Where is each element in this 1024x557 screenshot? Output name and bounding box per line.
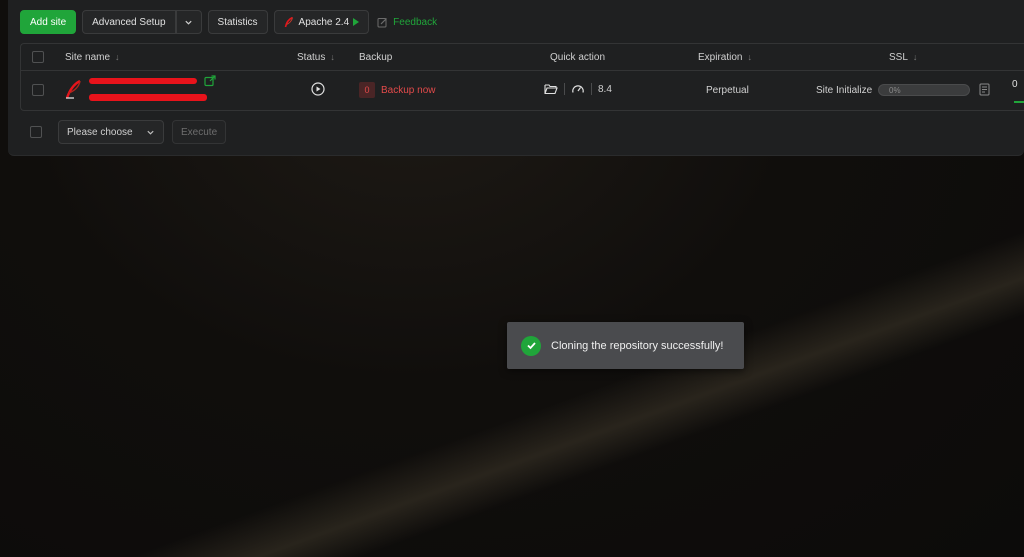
toast-message: Cloning the repository successfully! [551, 339, 724, 352]
header-ssl-label: SSL [889, 51, 908, 63]
quick-action-cell: 8.4 [544, 82, 612, 96]
sort-arrow-icon: ↓ [330, 52, 335, 62]
php-version[interactable]: 8.4 [598, 84, 612, 95]
header-status-label: Status [297, 51, 326, 63]
check-circle-icon [521, 335, 541, 356]
advanced-setup-button[interactable]: Advanced Setup [82, 10, 176, 34]
divider [591, 83, 592, 95]
table-header: Site name ↓ Status ↓ Backup Quick action… [21, 44, 1024, 71]
feedback-label: Feedback [393, 16, 438, 28]
table-row: 0 Backup now 8.4 Perpetual Site Initiali… [21, 71, 1024, 111]
folder-open-icon[interactable] [544, 83, 558, 95]
site-remark-redacted[interactable] [89, 94, 207, 101]
redaction-mark [89, 94, 207, 101]
sort-arrow-icon: ↓ [747, 52, 752, 62]
site-name-redacted[interactable] [89, 78, 197, 84]
external-link-icon [204, 75, 216, 87]
divider [564, 83, 565, 95]
header-expiration[interactable]: Expiration ↓ [698, 51, 752, 63]
site-favicon [65, 80, 83, 100]
feedback-link[interactable]: Feedback [377, 17, 437, 28]
gauge-icon[interactable] [571, 83, 585, 95]
bulk-action-select[interactable]: Please choose [58, 120, 164, 144]
select-all-checkbox[interactable] [32, 51, 44, 63]
bulk-action-bar: Please choose Execute [30, 120, 227, 144]
edit-icon [377, 17, 388, 27]
redaction-mark [89, 78, 197, 84]
progress-label: 0% [889, 85, 901, 95]
backup-count-badge: 0 [359, 82, 375, 98]
header-status[interactable]: Status ↓ [297, 51, 335, 63]
toast-notification: Cloning the repository successfully! [507, 322, 744, 369]
feather-icon [65, 80, 81, 99]
log-button[interactable] [979, 83, 991, 96]
header-site-name[interactable]: Site name ↓ [65, 51, 120, 63]
play-icon [353, 18, 360, 26]
ssl-status[interactable]: Site Initialize [816, 82, 872, 98]
sort-arrow-icon: ↓ [115, 52, 120, 62]
backup-now-link[interactable]: Backup now [381, 85, 435, 96]
sort-arrow-icon: ↓ [912, 52, 918, 62]
feather-icon [284, 16, 293, 27]
execute-button[interactable]: Execute [172, 120, 227, 144]
chevron-down-icon [185, 20, 192, 25]
chevron-down-icon [147, 130, 154, 135]
apache-button[interactable]: Apache 2.4 [273, 10, 370, 34]
site-progress-bar: 0% [878, 84, 970, 96]
play-circle-icon [311, 82, 325, 96]
list-doc-icon [979, 83, 990, 96]
extra-progress-indicator [1014, 101, 1024, 103]
bulk-action-select-label: Please choose [67, 126, 133, 138]
site-list-panel: Add site Advanced Setup Statistics Apach… [8, 0, 1024, 156]
header-site-name-label: Site name [65, 51, 111, 63]
header-backup: Backup [359, 51, 393, 63]
apache-label: Apache 2.4 [298, 16, 350, 28]
open-site-link[interactable] [204, 75, 216, 87]
add-site-button[interactable]: Add site [20, 10, 77, 34]
backup-cell: 0 Backup now [359, 82, 435, 98]
extra-count: 0 [1012, 78, 1018, 90]
header-quick-action: Quick action [550, 51, 606, 63]
advanced-setup-group: Advanced Setup [82, 10, 202, 34]
header-ssl[interactable]: SSL ↓ [889, 51, 917, 63]
row-checkbox[interactable] [32, 84, 44, 96]
site-table: Site name ↓ Status ↓ Backup Quick action… [20, 43, 1024, 111]
site-status-button[interactable] [311, 82, 325, 96]
header-expiration-label: Expiration [698, 51, 743, 63]
progress-track: 0% [878, 84, 970, 96]
bulk-select-checkbox[interactable] [30, 126, 42, 138]
expiration-value[interactable]: Perpetual [706, 82, 749, 98]
toolbar: Add site Advanced Setup Statistics Apach… [20, 10, 437, 34]
statistics-button[interactable]: Statistics [207, 10, 268, 34]
advanced-setup-dropdown[interactable] [175, 10, 202, 34]
